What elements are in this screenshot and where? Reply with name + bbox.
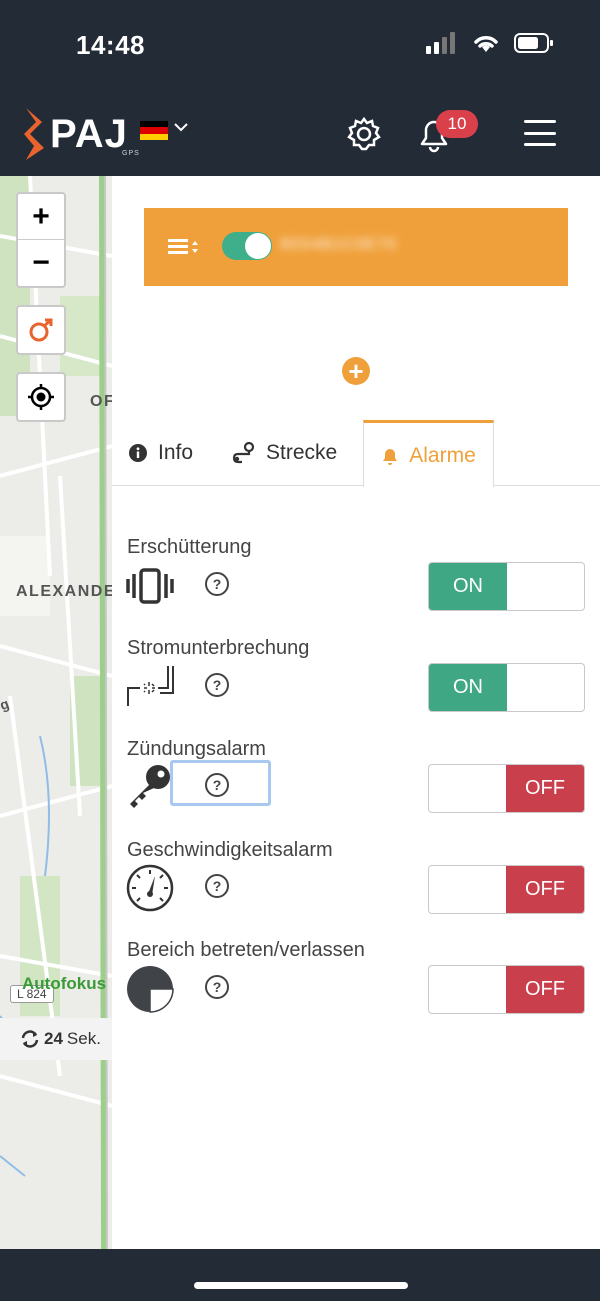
- tab-strecke-label: Strecke: [266, 441, 338, 464]
- switch-state: OFF: [506, 866, 584, 913]
- status-time: 14:48: [76, 30, 145, 60]
- sort-list-icon[interactable]: [168, 238, 202, 256]
- power-cut-icon: [127, 666, 174, 706]
- tab-alarme[interactable]: Alarme: [363, 420, 494, 487]
- notification-badge[interactable]: 10: [436, 110, 478, 138]
- add-device-button[interactable]: +: [342, 357, 370, 385]
- alarm-title-ignition: Zündungsalarm: [127, 738, 266, 760]
- logo-text: PAJ: [50, 112, 128, 156]
- refresh-value: 24: [44, 1029, 63, 1048]
- zoom-out-button[interactable]: −: [18, 240, 64, 286]
- refresh-interval[interactable]: 24 Sek.: [0, 1018, 112, 1060]
- bell-icon: [383, 449, 398, 465]
- switch-state: OFF: [506, 765, 584, 812]
- zoom-in-button[interactable]: +: [18, 194, 64, 240]
- crosshair-icon: [28, 384, 54, 410]
- speedometer-icon: [126, 864, 174, 912]
- alarm-title-vibration: Erschütterung: [127, 536, 252, 558]
- help-icon[interactable]: ?: [205, 874, 229, 898]
- geofence-icon: [127, 966, 174, 1013]
- refresh-unit: Sek.: [66, 1029, 101, 1048]
- menu-icon[interactable]: [524, 120, 556, 146]
- route-icon: [232, 442, 255, 464]
- switch-state: ON: [429, 563, 507, 610]
- ignition-switch[interactable]: OFF: [428, 764, 585, 813]
- vibration-icon: [126, 568, 174, 604]
- status-icons: [426, 32, 554, 54]
- device-active-toggle[interactable]: [222, 232, 272, 260]
- tab-alarme-label: Alarme: [409, 444, 476, 467]
- route-marker-icon: [29, 318, 53, 342]
- autofokus-button[interactable]: Autofokus: [22, 974, 106, 994]
- device-bar[interactable]: 80S4B1C0E70: [144, 208, 568, 286]
- help-icon[interactable]: ?: [205, 572, 229, 596]
- locate-button[interactable]: [16, 372, 66, 422]
- gear-icon[interactable]: [346, 116, 382, 152]
- home-indicator[interactable]: [194, 1282, 408, 1289]
- route-toggle-button[interactable]: [16, 305, 66, 355]
- map-label-of: OF: [90, 393, 112, 410]
- speed-switch[interactable]: OFF: [428, 865, 585, 914]
- alarm-title-geofence: Bereich betreten/verlassen: [127, 939, 365, 961]
- logo-subtext: GPS: [122, 150, 140, 157]
- key-icon: [130, 765, 170, 808]
- switch-state: OFF: [506, 966, 584, 1013]
- tab-info[interactable]: Info: [128, 420, 193, 486]
- tab-info-label: Info: [158, 441, 194, 464]
- chevron-down-icon[interactable]: [174, 122, 188, 132]
- paj-logo: PAJ GPS: [22, 108, 139, 160]
- help-icon[interactable]: ?: [205, 975, 229, 999]
- tab-bar: Info Strecke Alarme: [112, 420, 600, 487]
- device-number: 80S4B1C0E70: [280, 236, 397, 253]
- vibration-switch[interactable]: ON: [428, 562, 585, 611]
- power-cut-switch[interactable]: ON: [428, 663, 585, 712]
- refresh-icon: [21, 1030, 39, 1048]
- alarm-title-power-cut: Stromunterbrechung: [127, 637, 310, 659]
- alarm-title-speed: Geschwindigkeitsalarm: [127, 839, 333, 861]
- tab-strecke[interactable]: Strecke: [232, 420, 337, 486]
- switch-state: ON: [429, 664, 507, 711]
- map-label-alexande: ALEXANDE: [16, 583, 112, 600]
- signal-icon: [426, 32, 455, 54]
- help-icon[interactable]: ?: [205, 773, 229, 797]
- info-icon: [129, 444, 147, 462]
- wifi-icon: [474, 36, 498, 52]
- geofence-switch[interactable]: OFF: [428, 965, 585, 1014]
- bottom-bar: [0, 1249, 600, 1301]
- zoom-control: + −: [16, 192, 66, 288]
- battery-icon: [514, 33, 553, 53]
- logo-mark-icon: [24, 108, 44, 160]
- german-flag-icon[interactable]: [140, 121, 168, 140]
- help-icon[interactable]: ?: [205, 673, 229, 697]
